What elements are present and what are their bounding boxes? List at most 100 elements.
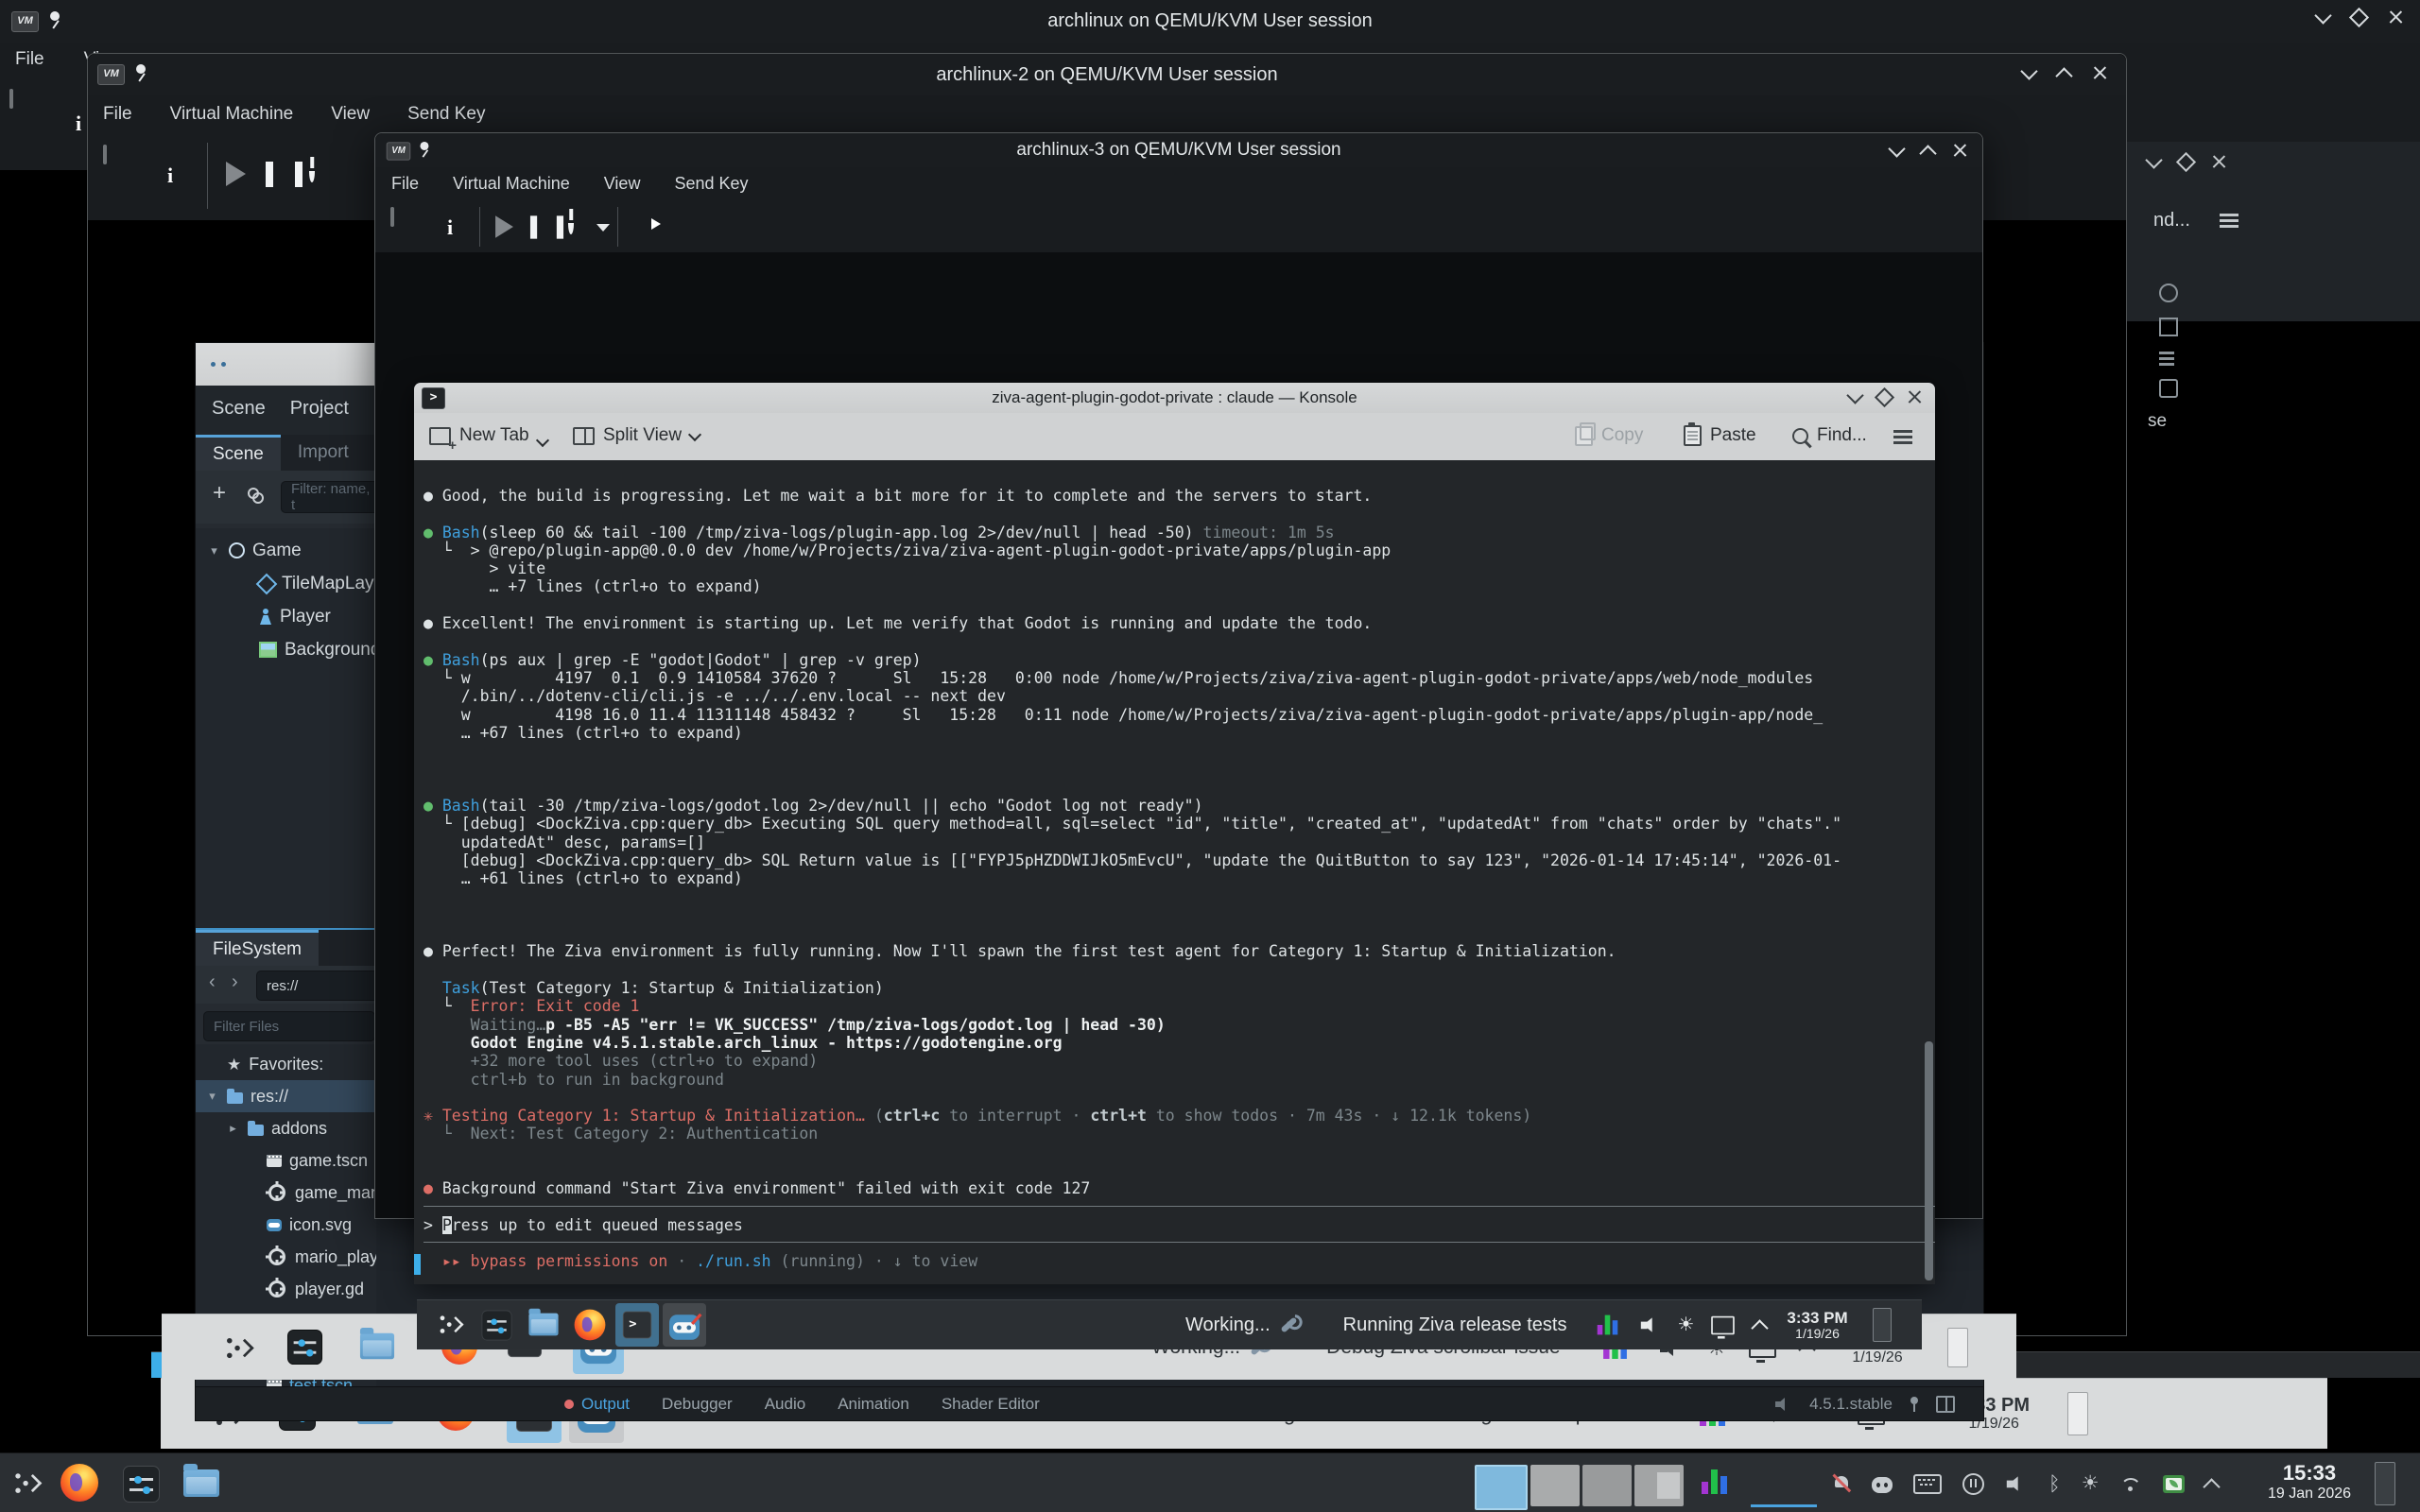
bottom-panel-tab[interactable]: Audio xyxy=(765,1395,805,1414)
clock[interactable]: 3:33 PM1/19/26 xyxy=(1787,1309,1847,1342)
dock-tab[interactable]: Scene xyxy=(196,435,281,471)
pause-icon[interactable] xyxy=(530,215,563,238)
desktop-1[interactable] xyxy=(1475,1465,1528,1510)
shutdown-menu-caret-icon[interactable] xyxy=(596,224,610,232)
menu-item[interactable]: File xyxy=(391,174,419,194)
minimize-icon[interactable] xyxy=(2314,7,2331,24)
close-icon[interactable] xyxy=(1953,144,1967,158)
close-icon[interactable] xyxy=(2093,66,2107,80)
scene-tree-row[interactable]: ▾ Game xyxy=(196,534,376,567)
minimize-icon[interactable] xyxy=(2145,151,2162,168)
fs-path-field[interactable]: res:// xyxy=(256,971,383,1001)
minimize-icon[interactable] xyxy=(2020,62,2037,79)
maximize-icon[interactable] xyxy=(2349,8,2369,27)
system-monitor-icon[interactable] xyxy=(1598,1315,1618,1335)
screenshot-tool-icon[interactable] xyxy=(2163,1475,2185,1493)
firefox-icon[interactable] xyxy=(571,1306,609,1344)
hamburger-icon[interactable] xyxy=(2220,214,2238,216)
scene-tree-row[interactable]: TileMapLayer xyxy=(196,567,376,600)
system-monitor-icon[interactable] xyxy=(1702,1469,1727,1494)
filesystem-row[interactable]: player.gd xyxy=(196,1273,376,1305)
bottom-panel-tab[interactable]: Shader Editor xyxy=(942,1395,1040,1414)
desktop-4[interactable] xyxy=(1634,1465,1684,1506)
bottom-panel-tab[interactable]: Debugger xyxy=(662,1395,733,1414)
play-icon[interactable] xyxy=(226,162,246,186)
volume-icon[interactable] xyxy=(2007,1475,2026,1493)
fragment-icon[interactable] xyxy=(2159,352,2174,354)
audio-mute-icon[interactable] xyxy=(1775,1397,1792,1412)
firefox-icon[interactable] xyxy=(60,1464,98,1502)
konsole-task-icon[interactable] xyxy=(615,1303,659,1347)
app-launcher-icon[interactable] xyxy=(431,1306,469,1344)
power-icon[interactable] xyxy=(309,161,315,182)
filesystem-tab[interactable]: FileSystem xyxy=(196,930,319,966)
brightness-icon[interactable]: ☀ xyxy=(1677,1314,1694,1336)
media-pause-icon[interactable] xyxy=(1962,1473,1984,1495)
nav-forward-icon[interactable]: › xyxy=(232,971,238,993)
settings-app-icon[interactable] xyxy=(123,1466,160,1503)
vm3-titlebar[interactable]: archlinux-3 on QEMU/KVM User session xyxy=(375,133,1982,167)
new-tab-button[interactable]: New Tab xyxy=(429,425,547,446)
file-manager-icon[interactable] xyxy=(526,1306,562,1338)
nav-back-icon[interactable]: ‹ xyxy=(209,971,216,993)
pause-icon[interactable] xyxy=(266,162,302,187)
maximize-icon[interactable] xyxy=(2176,152,2196,172)
show-desktop-button[interactable] xyxy=(1873,1308,1892,1342)
display-icon[interactable] xyxy=(390,207,394,227)
split-view-button[interactable]: Split View xyxy=(573,425,700,446)
minimize-icon[interactable] xyxy=(1846,387,1863,404)
bottom-panel-tab[interactable]: Output xyxy=(564,1395,630,1414)
menu-item[interactable]: View xyxy=(331,104,370,125)
menu-item[interactable]: File xyxy=(103,104,132,125)
terminal[interactable]: ● Good, the build is progressing. Let me… xyxy=(414,460,1935,1284)
godot-task-icon[interactable] xyxy=(663,1303,706,1347)
night-color-icon[interactable]: ☀ xyxy=(2082,1472,2100,1495)
desktop-3[interactable] xyxy=(1582,1465,1632,1506)
paste-button[interactable]: Paste xyxy=(1684,425,1756,446)
menu-item[interactable]: Send Key xyxy=(407,104,485,125)
menu-item[interactable]: Send Key xyxy=(674,174,748,194)
volume-icon[interactable] xyxy=(1641,1316,1660,1334)
maximize-icon[interactable] xyxy=(1919,145,1936,162)
tray-expander-icon[interactable] xyxy=(2204,1478,2221,1495)
maximize-icon[interactable] xyxy=(1875,387,1894,407)
scene-tree-row[interactable]: Player xyxy=(196,600,376,633)
app-launcher-icon[interactable] xyxy=(217,1328,259,1369)
close-icon[interactable] xyxy=(2212,155,2226,169)
wifi-icon[interactable] xyxy=(2119,1475,2142,1492)
keyboard-icon[interactable] xyxy=(1913,1474,1942,1494)
pin-bottom-panel-icon[interactable] xyxy=(1910,1397,1919,1412)
show-desktop-button[interactable] xyxy=(1947,1328,1968,1367)
display-icon[interactable] xyxy=(103,145,107,164)
dock-tab[interactable]: Import xyxy=(281,435,366,471)
fragment-icon[interactable] xyxy=(2159,318,2178,336)
hamburger-menu-icon[interactable] xyxy=(1893,430,1912,433)
bottom-panel-tab[interactable]: Animation xyxy=(838,1395,909,1414)
expand-panel-icon[interactable] xyxy=(1936,1396,1955,1413)
fragment-icon[interactable] xyxy=(2159,284,2178,302)
power-icon[interactable] xyxy=(568,213,574,234)
host-clock[interactable]: 15:3319 Jan 2026 xyxy=(2257,1462,2361,1503)
godot-menu-item[interactable]: Scene xyxy=(212,398,266,420)
menu-item[interactable]: View xyxy=(604,174,641,194)
display-icon[interactable] xyxy=(9,89,13,109)
notifications-muted-icon[interactable] xyxy=(1832,1474,1851,1493)
screen-layout-icon[interactable] xyxy=(1712,1315,1736,1334)
fs-filter-input[interactable]: Filter Files xyxy=(203,1011,375,1041)
settings-app-icon[interactable] xyxy=(478,1307,515,1344)
find-button[interactable]: Find... xyxy=(1792,425,1867,446)
scene-tree-row[interactable]: Background xyxy=(196,633,376,666)
show-desktop-button[interactable] xyxy=(2375,1462,2395,1505)
discord-icon[interactable] xyxy=(1872,1477,1893,1493)
filesystem-row[interactable]: icon.svg xyxy=(196,1209,376,1241)
file-manager-icon[interactable] xyxy=(183,1465,219,1497)
play-icon[interactable] xyxy=(495,215,513,237)
close-icon[interactable] xyxy=(1908,390,1922,404)
menu-item[interactable]: File xyxy=(15,49,44,70)
filesystem-row[interactable]: mario_player.gd xyxy=(196,1241,376,1273)
show-desktop-button[interactable] xyxy=(2067,1392,2088,1435)
filesystem-row[interactable]: Favorites: xyxy=(196,1048,376,1080)
filesystem-row[interactable]: game_manager. xyxy=(196,1177,376,1209)
menu-item[interactable]: Virtual Machine xyxy=(170,104,294,125)
scene-filter-input[interactable]: Filter: name, t xyxy=(281,481,385,513)
